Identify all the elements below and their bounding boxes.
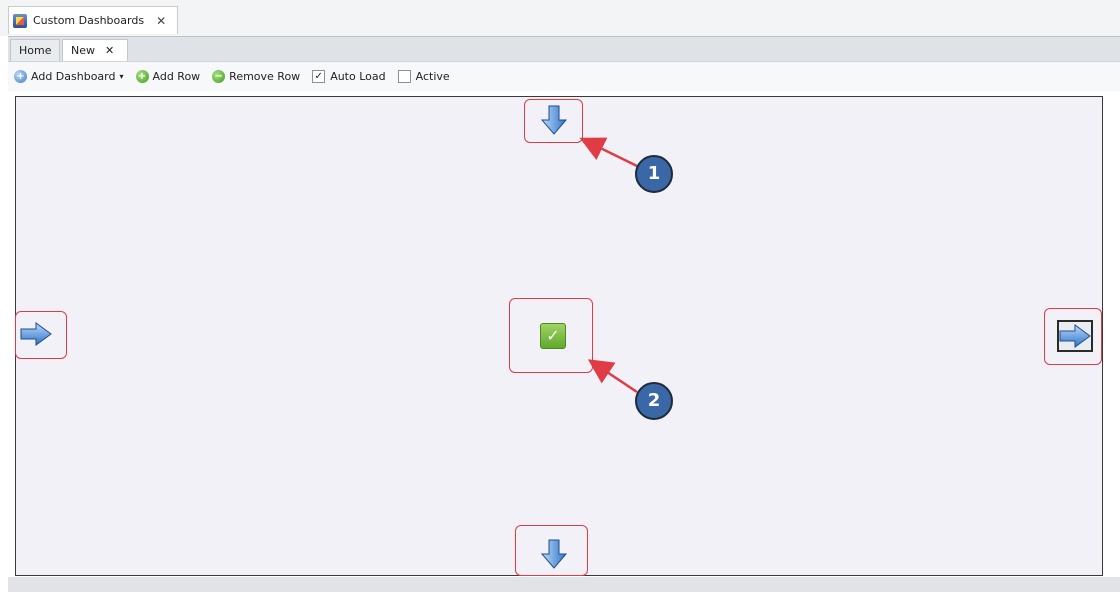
auto-load-label: Auto Load	[330, 70, 386, 83]
add-dashboard-button[interactable]: + Add Dashboard ▾	[14, 70, 124, 83]
active-checkbox[interactable]: Active	[397, 70, 450, 83]
callout-badge-1: 1	[635, 155, 673, 193]
active-check-box[interactable]	[397, 70, 411, 83]
dashboard-icon	[13, 13, 27, 28]
arrow-down-icon[interactable]	[541, 105, 567, 135]
bottom-strip	[8, 577, 1120, 592]
tab-new-close-icon[interactable]: ✕	[105, 44, 114, 57]
tab-custom-dashboards-label: Custom Dashboards	[33, 14, 145, 27]
auto-load-checkbox[interactable]: ✓ Auto Load	[312, 70, 386, 83]
sub-tab-strip: Home New ✕	[8, 36, 1120, 61]
tab-home[interactable]: Home	[10, 39, 60, 61]
tab-close-icon[interactable]: ✕	[156, 14, 166, 28]
arrow-right-icon[interactable]	[20, 322, 52, 346]
remove-row-button[interactable]: − Remove Row	[212, 70, 300, 83]
tab-home-label: Home	[19, 44, 52, 57]
left-gutter	[0, 91, 8, 592]
arrow-down-icon[interactable]	[541, 539, 567, 569]
add-row-button[interactable]: + Add Row	[135, 70, 201, 83]
checkmark-icon[interactable]: ✓	[540, 323, 566, 349]
document-tab-strip: Custom Dashboards ✕	[0, 0, 1120, 36]
tab-new-label: New	[71, 44, 95, 57]
add-row-label: Add Row	[152, 70, 201, 83]
tab-custom-dashboards[interactable]: Custom Dashboards ✕	[8, 6, 178, 34]
remove-row-icon: −	[212, 70, 226, 83]
add-row-icon: +	[135, 70, 149, 83]
callout-badge-2: 2	[635, 382, 673, 420]
tab-new[interactable]: New ✕	[62, 39, 128, 61]
remove-row-label: Remove Row	[229, 70, 301, 83]
add-dashboard-icon: +	[14, 70, 27, 83]
add-dashboard-label: Add Dashboard	[31, 70, 116, 83]
toolbar: + Add Dashboard ▾ + Add Row − Remove Row…	[8, 61, 1120, 91]
auto-load-check-icon[interactable]: ✓	[312, 70, 326, 83]
arrow-right-boxed-icon[interactable]	[1057, 320, 1093, 352]
chevron-down-icon[interactable]: ▾	[119, 72, 123, 81]
active-label: Active	[415, 70, 450, 83]
